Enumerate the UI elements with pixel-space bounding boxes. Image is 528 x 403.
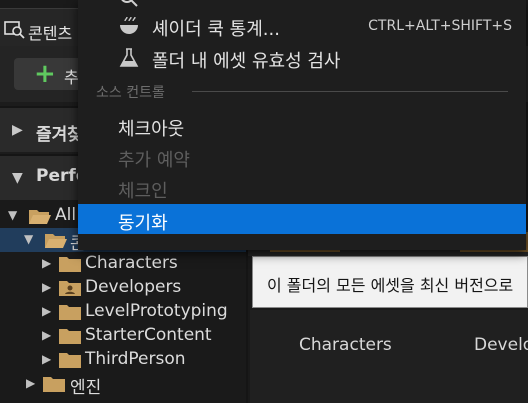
folder-icon [58,304,82,321]
tree-row-folder[interactable]: ▶ ThirdPerson [0,348,246,372]
tooltip-text: 이 폴더의 모든 에셋을 최신 버전으로 [267,276,514,295]
chevron-right-icon: ▶ [42,304,52,318]
tree-row-folder[interactable]: ▶ StarterContent [0,324,246,348]
tree-row-folder[interactable]: ▶ LevelPrototyping [0,300,246,324]
menu-item-label: 체크인 [118,181,168,202]
menu-item-sync[interactable]: 동기화 [78,204,526,234]
favorites-label: 즐겨찾 [36,125,83,145]
chevron-right-icon: ▶ [42,256,52,270]
asset-tile-label[interactable]: Develo [474,335,528,355]
content-browser-icon [4,19,26,39]
section-divider [192,91,508,92]
shader-cook-icon [118,15,140,37]
open-folder-icon [44,232,68,249]
tree-folder-label: Characters [85,253,178,273]
menu-item-label: 셰이더 쿡 통계... [152,19,280,40]
open-folder-icon [28,208,52,225]
chevron-down-icon: ▼ [24,232,34,246]
menu-item-label: 폴더 내 에셋 유효성 검사 [152,51,341,72]
folder-icon [58,328,82,345]
tree-row-folder[interactable]: ▶ Characters [0,252,246,276]
chevron-right-icon: ▶ [12,122,23,138]
add-button-label: 추 [64,68,79,87]
menu-item-shortcut: CTRL+ALT+SHIFT+S [368,18,512,34]
add-button[interactable]: + 추 [14,58,84,90]
source-control-section: 소스 컨트롤 [96,82,508,102]
developer-folder-icon [58,280,82,297]
section-heading: 소스 컨트롤 [96,85,165,101]
asset-tile-label[interactable]: Characters [299,335,392,355]
menu-item-label: 추가 예약 [118,150,190,171]
plus-icon: + [34,59,56,89]
menu-item-mark-for-add: 추가 예약 [78,141,526,171]
content-browser-tab[interactable]: 콘텐츠 [0,8,80,46]
tree-row-folder[interactable]: ▶ Developers [0,276,246,300]
menu-item-label: 동기화 [118,213,168,234]
chevron-right-icon: ▶ [26,376,36,390]
tree-folder-label: LevelPrototyping [85,301,228,321]
chevron-down-icon: ▼ [8,208,18,222]
folder-icon [58,256,82,273]
context-menu: 셰이더 쿡 통계... CTRL+ALT+SHIFT+S 폴더 내 에셋 유효성… [78,0,526,250]
tree-row-engine[interactable]: ▶ 엔진 [0,372,246,398]
tree-folder-label: StarterContent [85,325,212,345]
tree-label-engine: 엔진 [70,378,102,398]
menu-item-validate-assets[interactable]: 폴더 내 에셋 유효성 검사 [78,42,526,72]
tree-folder-label: Developers [85,277,182,297]
menu-item-label: 체크아웃 [118,119,185,140]
chevron-right-icon: ▶ [42,328,52,342]
folder-icon [42,376,66,393]
flask-icon [118,47,140,69]
chevron-right-icon: ▶ [42,280,52,294]
tree-folder-label: ThirdPerson [85,349,186,369]
content-browser-tab-label: 콘텐츠 [28,24,73,43]
sync-tooltip: 이 폴더의 모든 에셋을 최신 버전으로 [252,256,528,308]
tree-label-all: All [55,205,77,225]
chevron-down-icon: ▼ [12,170,23,186]
chevron-right-icon: ▶ [42,352,52,366]
asset-tiles: Characters Develo [250,310,528,403]
menu-item-shader-cook-stats[interactable]: 셰이더 쿡 통계... CTRL+ALT+SHIFT+S [78,10,526,40]
menu-item-checkin: 체크인 [78,172,526,202]
search-icon [118,0,140,9]
folder-icon [58,352,82,369]
menu-item-checkout[interactable]: 체크아웃 [78,110,526,140]
